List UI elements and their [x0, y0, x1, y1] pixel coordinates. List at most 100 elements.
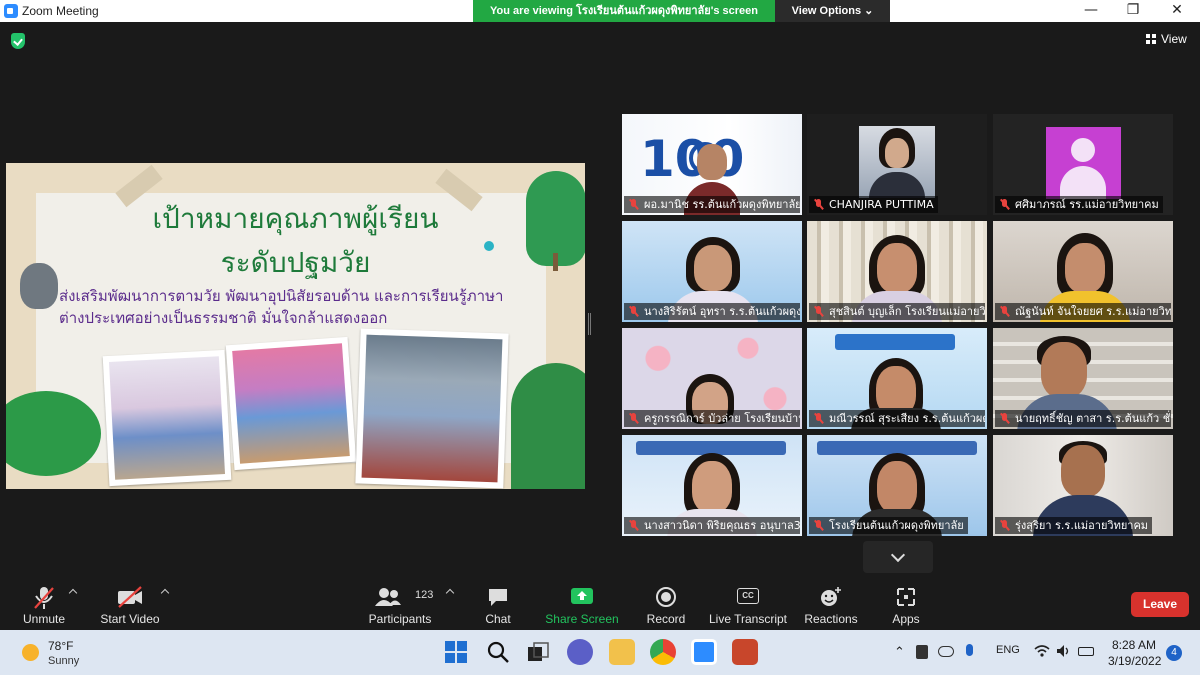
- battery-icon[interactable]: [1078, 647, 1094, 656]
- mic-muted-icon: [629, 306, 638, 317]
- mic-muted-icon: [814, 199, 823, 210]
- meeting-toolbar: Unmute Start Video 123 Participants Chat: [0, 580, 1200, 630]
- tray-app-icon[interactable]: [916, 645, 928, 659]
- record-icon: [656, 587, 676, 607]
- start-video-label: Start Video: [100, 612, 160, 626]
- classroom-photo: [102, 349, 232, 487]
- maximize-button[interactable]: ❐: [1110, 0, 1156, 22]
- tray-overflow-chevron-icon[interactable]: ⌃: [894, 644, 905, 660]
- participant-name: นางสิริรัตน์ อุทรา ร.ร.ต้นแก้วผดุงพิทยาล…: [624, 303, 800, 320]
- viewing-banner: You are viewing โรงเรียนต้นแก้วผดุงพิทยา…: [473, 0, 775, 22]
- participant-tile-active-speaker[interactable]: มณีวรรณ์ สุระเสียง ร.ร.ต้นแก้วผดุงพิทยาล…: [807, 328, 987, 429]
- mic-muted-icon: [814, 413, 823, 424]
- participant-name: CHANJIRA PUTTIMA: [809, 196, 938, 213]
- participant-tile[interactable]: รุ่งสุริยา ร.ร.แม่อายวิทยาคม: [993, 435, 1173, 536]
- participant-name: ครูกรรณิการ์ บัวล่าย โรงเรียนบ้านถ้ำ: [624, 410, 800, 427]
- audio-options-caret-icon[interactable]: [68, 588, 78, 598]
- chat-button[interactable]: Chat: [478, 584, 518, 628]
- security-shield-icon[interactable]: [11, 33, 25, 49]
- video-camera-off-icon: [118, 586, 142, 608]
- video-options-caret-icon[interactable]: [160, 588, 170, 598]
- powerpoint-icon[interactable]: [732, 639, 758, 665]
- windows-taskbar: 78°F Sunny ⌃ ENG 8:28 AM 3/19/2022 4: [0, 630, 1200, 675]
- windows-start-icon[interactable]: [445, 641, 467, 663]
- clock-date[interactable]: 3/19/2022: [1108, 654, 1161, 668]
- participants-options-caret-icon[interactable]: [445, 588, 455, 598]
- participant-tile[interactable]: โรงเรียนต้นแก้วผดุงพิทยาลัย: [807, 435, 987, 536]
- participant-count: 123: [415, 589, 434, 601]
- participants-icon: [375, 588, 401, 606]
- live-transcript-button[interactable]: CC Live Transcript: [708, 584, 788, 628]
- apps-button[interactable]: Apps: [886, 584, 926, 628]
- participant-name: นางสาวนิดา พิริยคุณธร อนุบาล3: [624, 517, 800, 534]
- zoom-taskbar-icon[interactable]: [691, 639, 717, 665]
- participant-name: สุชสินต์ บุญเล็ก โรงเรียนแม่อายวิทยาคม: [809, 303, 985, 320]
- participant-name: ณัฐนันท์ จันใจยยศ ร.ร.แม่อายวิทยาคม: [995, 303, 1171, 320]
- reactions-button[interactable]: Reactions: [804, 584, 858, 628]
- microphone-muted-icon: [34, 587, 54, 609]
- teams-chat-icon[interactable]: [567, 639, 593, 665]
- chrome-icon[interactable]: [650, 639, 676, 665]
- unmute-button[interactable]: Unmute: [22, 584, 66, 628]
- clock-time[interactable]: 8:28 AM: [1112, 638, 1156, 652]
- start-video-button[interactable]: Start Video: [100, 584, 160, 628]
- gallery-next-page-button[interactable]: [863, 541, 933, 573]
- classroom-photo: [355, 328, 509, 489]
- record-label: Record: [646, 612, 686, 626]
- leave-button[interactable]: Leave: [1131, 592, 1189, 617]
- share-screen-icon: [571, 588, 593, 604]
- file-explorer-icon[interactable]: [609, 639, 635, 665]
- notification-badge[interactable]: 4: [1166, 645, 1182, 661]
- participant-tile[interactable]: ณัฐนันท์ จันใจยยศ ร.ร.แม่อายวิทยาคม: [993, 221, 1173, 322]
- view-button[interactable]: View: [1146, 30, 1187, 48]
- chat-bubble-icon: [489, 589, 507, 606]
- close-button[interactable]: ✕: [1154, 0, 1200, 22]
- participant-tile[interactable]: ครูกรรณิการ์ บัวล่าย โรงเรียนบ้านถ้ำ: [622, 328, 802, 429]
- participant-tile[interactable]: CHANJIRA PUTTIMA: [807, 114, 987, 215]
- mic-muted-icon: [1000, 306, 1009, 317]
- closed-caption-icon: CC: [737, 588, 759, 604]
- mic-muted-icon: [814, 306, 823, 317]
- record-button[interactable]: Record: [645, 584, 687, 628]
- onedrive-cloud-icon[interactable]: [938, 646, 954, 657]
- participant-tile[interactable]: สุชสินต์ บุญเล็ก โรงเรียนแม่อายวิทยาคม: [807, 221, 987, 322]
- shared-screen: เป้าหมายคุณภาพผู้เรียน ระดับปฐมวัย ส่งเส…: [6, 163, 585, 489]
- weather-condition[interactable]: Sunny: [48, 655, 79, 667]
- mic-muted-icon: [1000, 520, 1009, 531]
- minimize-button[interactable]: —: [1068, 0, 1114, 22]
- sun-icon[interactable]: [22, 644, 39, 661]
- split-view-handle[interactable]: [588, 313, 591, 335]
- participant-tile[interactable]: นางสาวนิดา พิริยคุณธร อนุบาล3: [622, 435, 802, 536]
- task-view-icon[interactable]: [527, 641, 549, 663]
- zoom-logo-icon: [4, 4, 18, 18]
- apps-label: Apps: [892, 612, 920, 626]
- share-screen-button[interactable]: Share Screen: [545, 584, 619, 628]
- language-indicator[interactable]: ENG: [996, 644, 1020, 656]
- microphone-tray-icon[interactable]: [966, 644, 973, 656]
- weather-temperature[interactable]: 78°F: [48, 639, 73, 653]
- participants-label: Participants: [368, 612, 432, 626]
- participant-name: โรงเรียนต้นแก้วผดุงพิทยาลัย: [809, 517, 968, 534]
- mic-muted-icon: [1000, 199, 1009, 210]
- view-options-button[interactable]: View Options ⌄: [775, 0, 890, 22]
- volume-icon[interactable]: [1056, 643, 1072, 659]
- slide-title-line1: เป้าหมายคุณภาพผู้เรียน: [152, 202, 439, 235]
- participant-tile[interactable]: นายฤทธิ์ชัญ ตาสา ร.ร.ต้นแก้ว ชั่วคราว: [993, 328, 1173, 429]
- live-transcript-label: Live Transcript: [708, 612, 788, 626]
- window-title: Zoom Meeting: [22, 4, 99, 18]
- participants-button[interactable]: 123 Participants: [368, 584, 434, 628]
- mic-muted-icon: [629, 199, 638, 210]
- participant-tile[interactable]: ศศิมาภรณ์ รร.แม่อายวิทยาคม: [993, 114, 1173, 215]
- participant-tile[interactable]: 100 ผอ.มานิช รร.ต้นแก้วผดุงพิทยาลัย: [622, 114, 802, 215]
- mic-muted-icon: [814, 520, 823, 531]
- avatar-head: [1071, 138, 1095, 162]
- smiley-add-icon: [821, 587, 841, 606]
- slide-goal-text: ส่งเสริมพัฒนาการตามวัย พัฒนาอุปนิสัยรอบด…: [59, 287, 504, 327]
- wifi-icon[interactable]: [1034, 643, 1050, 659]
- chat-label: Chat: [485, 612, 511, 626]
- school-banner: [835, 334, 955, 350]
- participant-name: ศศิมาภรณ์ รร.แม่อายวิทยาคม: [995, 196, 1163, 213]
- search-icon[interactable]: [487, 641, 509, 663]
- participant-name: มณีวรรณ์ สุระเสียง ร.ร.ต้นแก้วผดุงพิทยาล…: [809, 410, 985, 427]
- participant-tile[interactable]: นางสิริรัตน์ อุทรา ร.ร.ต้นแก้วผดุงพิทยาล…: [622, 221, 802, 322]
